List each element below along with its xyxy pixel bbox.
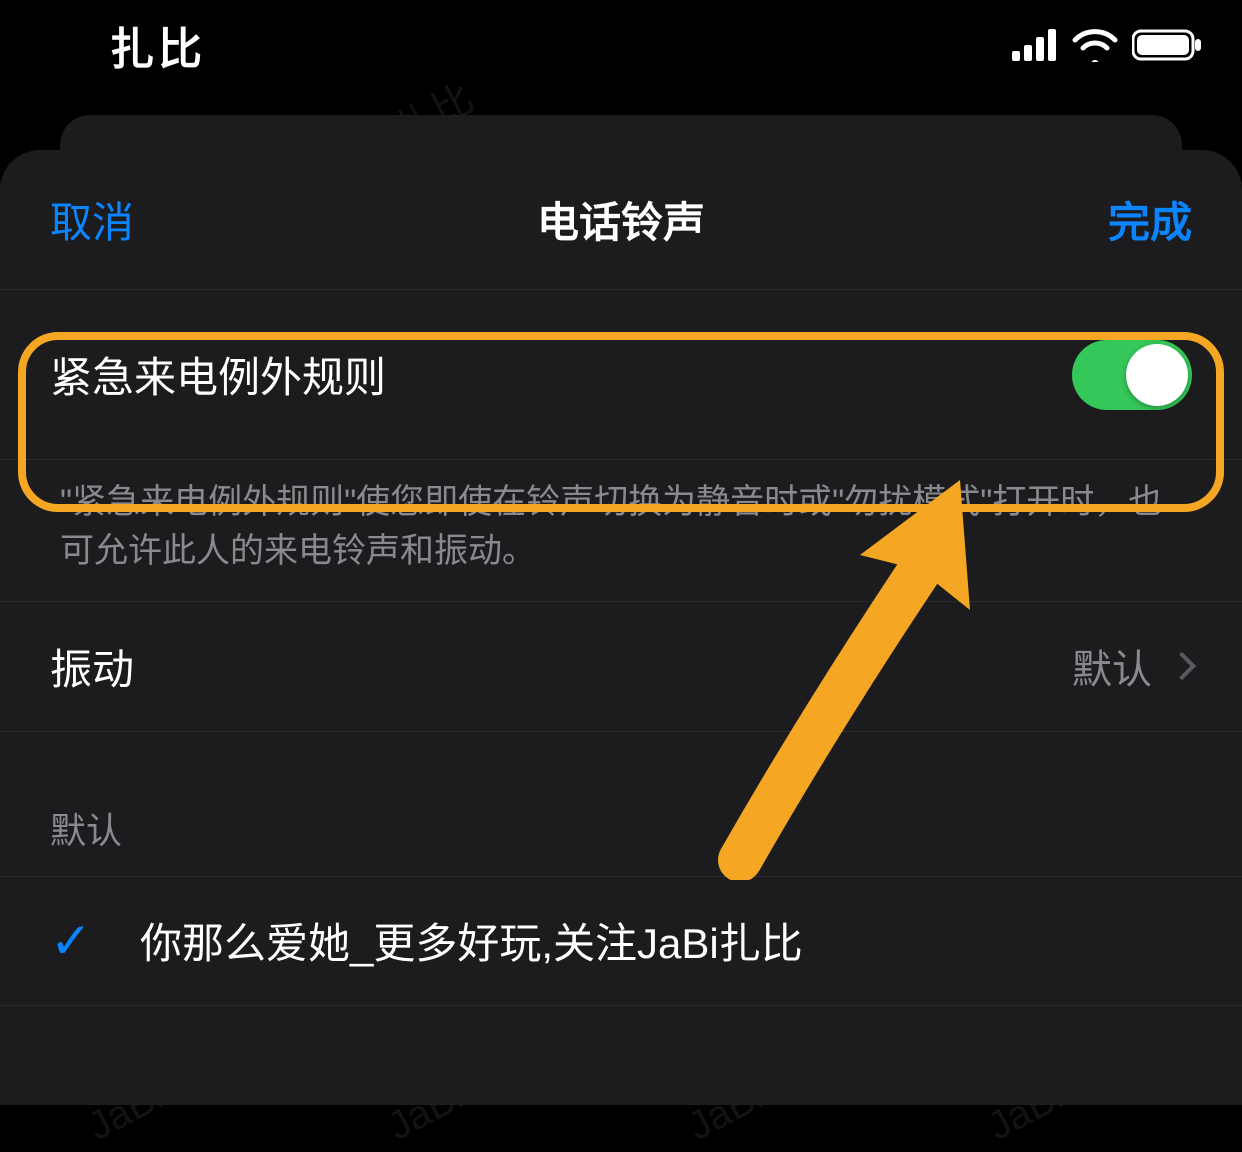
chevron-right-icon [1168,652,1196,680]
ringtone-item-label: 你那么爱她_更多好玩,关注JaBi扎比 [140,910,803,971]
status-bar: 扎比 [0,0,1242,90]
emergency-bypass-label: 紧急来电例外规则 [50,344,386,405]
carrier-label: 扎比 [40,13,206,77]
status-icons [1012,28,1202,62]
nav-bar: 取消 电话铃声 完成 [0,150,1242,290]
default-section-header: 默认 [0,802,1242,876]
page-title: 电话铃声 [537,189,705,250]
emergency-bypass-row[interactable]: 紧急来电例外规则 [0,290,1242,460]
vibration-value: 默认 [1072,637,1192,695]
ringtone-item-selected[interactable]: ✓ 你那么爱她_更多好玩,关注JaBi扎比 [0,876,1242,1006]
done-button[interactable]: 完成 [1108,189,1192,250]
cellular-icon [1012,29,1058,61]
section-spacer [0,732,1242,802]
toggle-knob [1126,344,1188,406]
wifi-icon [1072,28,1118,62]
battery-icon [1132,28,1202,62]
emergency-bypass-toggle[interactable] [1072,340,1192,410]
vibration-row[interactable]: 振动 默认 [0,602,1242,732]
emergency-bypass-description: "紧急来电例外规则"使您即使在铃声切换为静音时或"勿扰模式"打开时，也可允许此人… [0,460,1242,602]
vibration-label: 振动 [50,636,134,697]
vibration-value-text: 默认 [1072,637,1152,695]
cancel-button[interactable]: 取消 [50,189,134,250]
modal-sheet: 取消 电话铃声 完成 紧急来电例外规则 "紧急来电例外规则"使您即使在铃声切换为… [0,150,1242,1105]
settings-list: 紧急来电例外规则 "紧急来电例外规则"使您即使在铃声切换为静音时或"勿扰模式"打… [0,290,1242,1006]
checkmark-icon: ✓ [50,912,100,970]
